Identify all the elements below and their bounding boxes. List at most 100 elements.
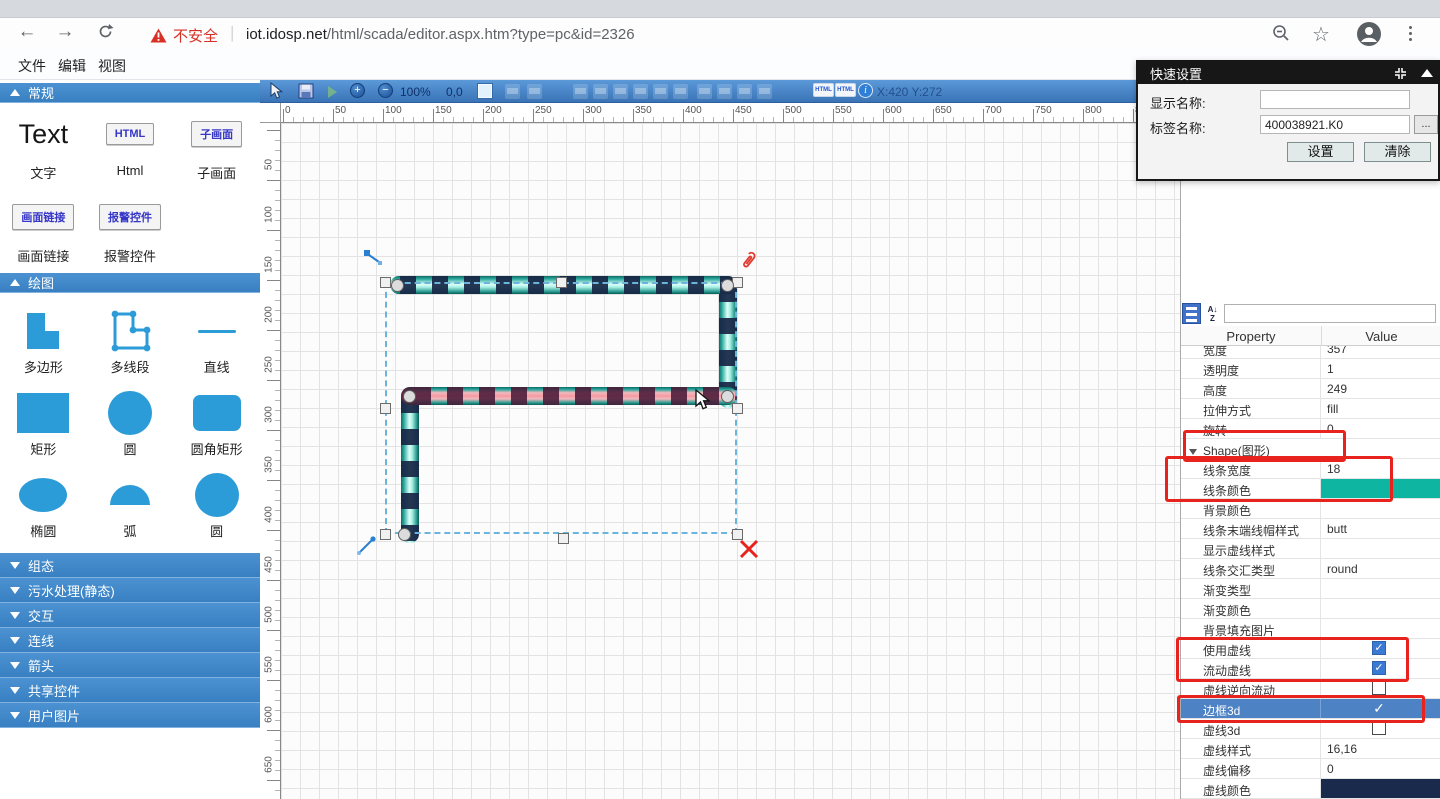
- edit-nodes-icon[interactable]: [363, 249, 385, 274]
- shape-rectangle[interactable]: 矩形: [0, 389, 87, 471]
- menu-file[interactable]: 文件: [18, 56, 46, 76]
- property-value[interactable]: [1321, 579, 1440, 598]
- property-value[interactable]: 1: [1321, 359, 1440, 378]
- property-value[interactable]: [1321, 539, 1440, 558]
- property-value[interactable]: [1321, 679, 1440, 698]
- sort-az-icon[interactable]: A↓Z: [1203, 303, 1222, 324]
- quick-settings-titlebar[interactable]: 快速设置: [1138, 62, 1438, 84]
- widget-alarm-control[interactable]: 报警控件 报警控件: [87, 194, 174, 269]
- sidebar-panel-collapsed[interactable]: 箭头: [0, 653, 260, 678]
- edit-line-icon[interactable]: [355, 533, 379, 562]
- sidebar-panel-general[interactable]: 常规: [0, 83, 260, 103]
- browser-menu-icon[interactable]: [1409, 26, 1412, 29]
- security-chip[interactable]: 不安全: [150, 25, 218, 46]
- widget-screen-link[interactable]: 画面链接 画面链接: [0, 194, 87, 269]
- back-icon[interactable]: ←: [14, 21, 40, 43]
- info-icon[interactable]: i: [858, 83, 873, 98]
- shape-arc[interactable]: 弧: [87, 471, 174, 553]
- widget-text[interactable]: Text 文字: [0, 111, 87, 194]
- property-row[interactable]: 宽度357: [1181, 346, 1440, 359]
- tag-name-input[interactable]: [1260, 115, 1410, 134]
- zoom-in-icon[interactable]: +: [350, 83, 365, 98]
- dock-icon[interactable]: [1394, 67, 1407, 85]
- property-value[interactable]: ✓: [1321, 659, 1440, 678]
- resize-handle-e[interactable]: [732, 403, 743, 414]
- property-value[interactable]: 18: [1321, 459, 1440, 478]
- shape-polyline[interactable]: 多线段: [87, 307, 174, 389]
- clear-button[interactable]: 清除: [1364, 142, 1431, 162]
- property-value[interactable]: [1321, 719, 1440, 738]
- property-row[interactable]: 虚线偏移0: [1181, 759, 1440, 779]
- property-value[interactable]: [1321, 499, 1440, 518]
- property-row[interactable]: 虚线逆向流动: [1181, 679, 1440, 699]
- property-row[interactable]: 拉伸方式fill: [1181, 399, 1440, 419]
- property-value[interactable]: 357: [1321, 346, 1440, 358]
- property-row[interactable]: 线条颜色: [1181, 479, 1440, 499]
- property-value[interactable]: ✓: [1321, 639, 1440, 658]
- vertex-handle-1[interactable]: [391, 279, 404, 292]
- property-row[interactable]: 虚线样式16,16: [1181, 739, 1440, 759]
- property-row[interactable]: Shape(图形): [1181, 439, 1440, 459]
- property-row[interactable]: 显示虚线样式: [1181, 539, 1440, 559]
- property-value[interactable]: 0: [1321, 759, 1440, 778]
- design-canvas[interactable]: 0501001502002503003504004505005506006507…: [260, 103, 1180, 799]
- resize-handle-sw[interactable]: [380, 529, 391, 540]
- url-text[interactable]: iot.idosp.net/html/scada/editor.aspx.htm…: [246, 26, 635, 43]
- property-value[interactable]: 0: [1321, 419, 1440, 438]
- save-icon[interactable]: [298, 83, 314, 104]
- property-row[interactable]: 旋转0: [1181, 419, 1440, 439]
- checkbox-unchecked[interactable]: [1372, 721, 1386, 735]
- reload-icon[interactable]: [92, 23, 118, 46]
- sidebar-panel-collapsed[interactable]: 共享控件: [0, 678, 260, 703]
- property-value[interactable]: 16,16: [1321, 739, 1440, 758]
- resize-handle-s[interactable]: [558, 533, 569, 544]
- selection-bounding-box[interactable]: [385, 282, 737, 534]
- property-row[interactable]: 虚线颜色: [1181, 779, 1440, 799]
- property-row[interactable]: 使用虚线✓: [1181, 639, 1440, 659]
- property-row[interactable]: 线条交汇类型round: [1181, 559, 1440, 579]
- vertex-handle-2[interactable]: [721, 279, 734, 292]
- sidebar-panel-draw[interactable]: 绘图: [0, 273, 260, 293]
- property-row[interactable]: 渐变类型: [1181, 579, 1440, 599]
- property-row[interactable]: 背景填充图片: [1181, 619, 1440, 639]
- checkbox-checked[interactable]: ✓: [1372, 661, 1386, 675]
- categorize-icon[interactable]: [1182, 303, 1201, 324]
- sidebar-panel-collapsed[interactable]: 组态: [0, 553, 260, 578]
- property-value[interactable]: [1321, 479, 1440, 498]
- zoom-out-page-icon[interactable]: [1268, 24, 1294, 48]
- property-value[interactable]: [1321, 619, 1440, 638]
- select-tool-icon[interactable]: [270, 82, 284, 105]
- forward-icon[interactable]: →: [52, 21, 78, 43]
- set-button[interactable]: 设置: [1287, 142, 1354, 162]
- checkbox-checked[interactable]: ✓: [1372, 701, 1386, 715]
- property-row[interactable]: 边框3d✓: [1181, 699, 1440, 719]
- resize-handle-n[interactable]: [556, 277, 567, 288]
- property-row[interactable]: 线条末端线帽样式butt: [1181, 519, 1440, 539]
- sidebar-panel-collapsed[interactable]: 用户图片: [0, 703, 260, 728]
- sidebar-panel-collapsed[interactable]: 污水处理(静态): [0, 578, 260, 603]
- resize-handle-nw[interactable]: [380, 277, 391, 288]
- sidebar-panel-collapsed[interactable]: 交互: [0, 603, 260, 628]
- property-value[interactable]: [1435, 439, 1440, 458]
- group-collapse-icon[interactable]: [1189, 449, 1197, 455]
- sidebar-panel-collapsed[interactable]: 连线: [0, 628, 260, 653]
- html-export-icon[interactable]: HTML: [813, 83, 834, 97]
- shape-circle[interactable]: 圆: [87, 389, 174, 471]
- property-value[interactable]: [1321, 779, 1440, 798]
- property-row[interactable]: 线条宽度18: [1181, 459, 1440, 479]
- display-name-input[interactable]: [1260, 90, 1410, 109]
- property-row[interactable]: 虚线3d: [1181, 719, 1440, 739]
- widget-html[interactable]: HTML Html: [87, 111, 174, 194]
- html-view-icon[interactable]: HTML: [835, 83, 856, 97]
- property-value[interactable]: ✓: [1321, 699, 1440, 718]
- menu-view[interactable]: 视图: [98, 56, 126, 76]
- canvas-settings-icon[interactable]: [478, 84, 492, 98]
- property-filter-input[interactable]: [1224, 304, 1436, 323]
- zoom-out-icon[interactable]: −: [378, 83, 393, 98]
- shape-line[interactable]: 直线: [173, 307, 260, 389]
- shape-rounded-rect[interactable]: 圆角矩形: [173, 389, 260, 471]
- profile-avatar[interactable]: [1356, 21, 1382, 53]
- property-value[interactable]: butt: [1321, 519, 1440, 538]
- delete-x-icon[interactable]: [739, 539, 759, 564]
- property-row[interactable]: 透明度1: [1181, 359, 1440, 379]
